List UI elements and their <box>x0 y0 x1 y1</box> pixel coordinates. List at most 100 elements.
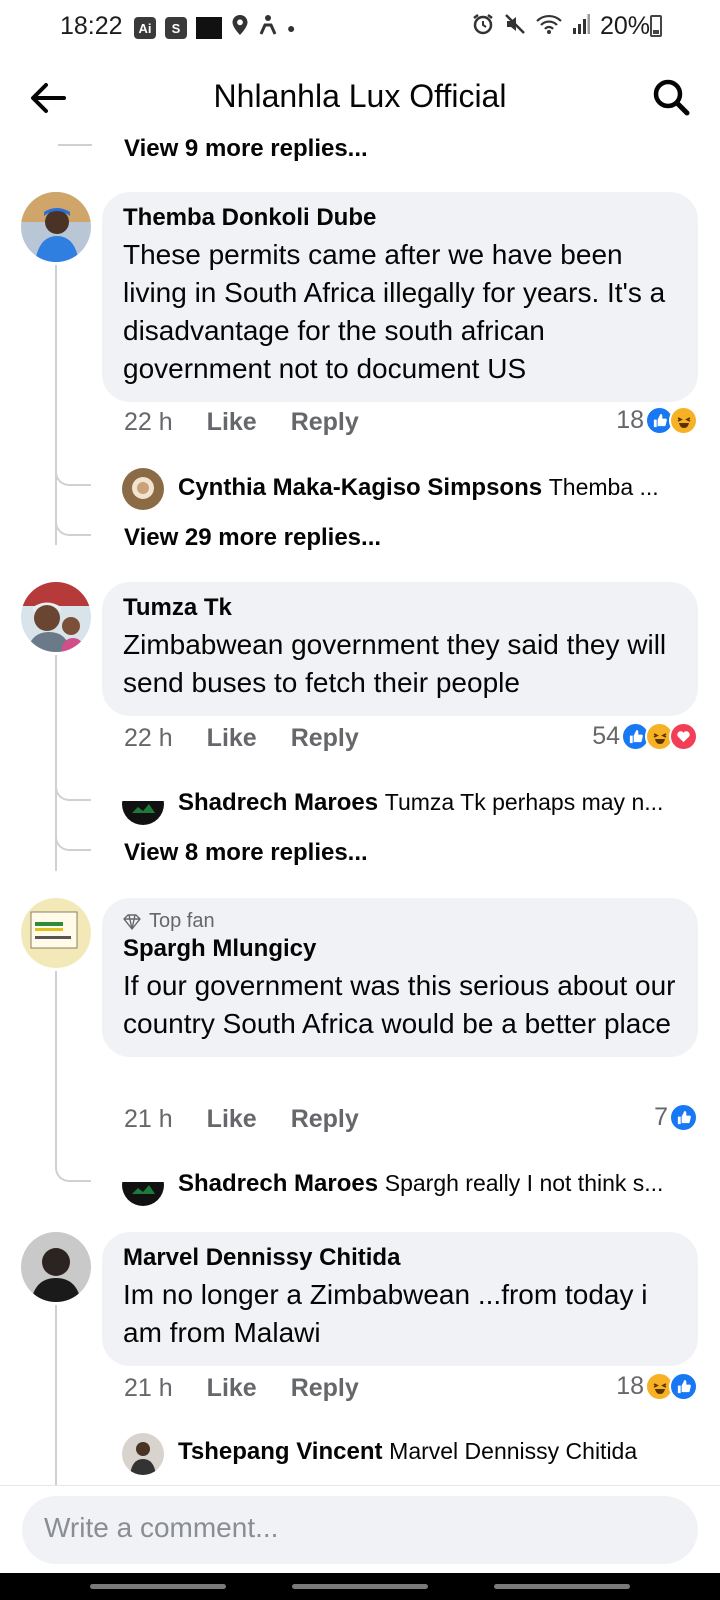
location-icon <box>231 14 249 42</box>
reply-avatar[interactable] <box>122 1433 164 1475</box>
search-icon <box>653 79 690 116</box>
nav-back-handle[interactable] <box>494 1584 630 1589</box>
comment-actions: 22 h Like Reply <box>124 408 359 437</box>
comment-actions: 22 h Like Reply <box>124 724 359 753</box>
app-header: Nhlanhla Lux Official <box>0 54 720 138</box>
status-notification-icons: Ai S ● <box>134 14 295 42</box>
avatar[interactable] <box>21 582 91 652</box>
reaction-count: 54 <box>592 722 620 750</box>
mute-icon <box>504 13 526 41</box>
reply-author[interactable]: Tshepang Vincent <box>178 1438 382 1465</box>
haha-reaction-icon <box>669 406 698 435</box>
thread-line <box>55 1305 57 1485</box>
status-system-icons: 20% <box>472 12 650 41</box>
avatar[interactable] <box>21 192 91 262</box>
like-reaction-icon <box>669 1372 698 1401</box>
comment-bubble[interactable]: Marvel Dennissy Chitida Im no longer a Z… <box>102 1232 698 1366</box>
status-time: 18:22 <box>60 12 123 40</box>
comment-input[interactable]: Write a comment... <box>22 1496 698 1564</box>
system-nav-bar <box>0 1573 720 1600</box>
view-more-replies-link[interactable]: View 9 more replies... <box>124 138 368 163</box>
reply-author[interactable]: Shadrech Maroes <box>178 1170 378 1197</box>
page-title: Nhlanhla Lux Official <box>213 78 507 114</box>
like-button[interactable]: Like <box>207 724 257 753</box>
battery-icon <box>650 15 662 37</box>
comment-actions: 21 h Like Reply <box>124 1105 359 1134</box>
like-reaction-icon <box>669 1103 698 1132</box>
reaction-summary[interactable]: 18 <box>616 1372 698 1401</box>
comment-author[interactable]: Themba Donkoli Dube <box>123 204 678 232</box>
comment-text: Zimbabwean government they said they wil… <box>123 629 667 698</box>
reply-preview[interactable]: Shadrech Maroes Spargh really I not thin… <box>178 1170 698 1198</box>
search-button[interactable] <box>650 76 692 118</box>
reaction-summary[interactable]: 18 <box>616 406 698 435</box>
nav-recents-handle[interactable] <box>90 1584 226 1589</box>
comment-text: Im no longer a Zimbabwean ...from today … <box>123 1279 648 1348</box>
comment-author[interactable]: Tumza Tk <box>123 594 678 622</box>
reply-text: Spargh really I not think s... <box>384 1170 664 1196</box>
nav-home-handle[interactable] <box>292 1584 428 1589</box>
reply-button[interactable]: Reply <box>291 1374 359 1403</box>
avatar[interactable] <box>21 898 91 968</box>
reply-avatar[interactable] <box>122 1164 164 1206</box>
ai-app-icon: Ai <box>134 17 156 39</box>
comment-text: If our government was this serious about… <box>123 970 676 1039</box>
reply-connector <box>55 775 91 801</box>
reaction-summary[interactable]: 7 <box>654 1103 698 1132</box>
reply-author[interactable]: Shadrech Maroes <box>178 789 378 816</box>
more-replies-connector <box>55 825 91 851</box>
reply-author[interactable]: Cynthia Maka-Kagiso Simpsons <box>178 474 542 501</box>
like-button[interactable]: Like <box>207 1105 257 1134</box>
comment-bubble[interactable]: Top fan Spargh Mlungicy If our governmen… <box>102 898 698 1057</box>
comments-feed[interactable]: View 9 more replies... Themba Donkoli Du… <box>0 138 720 1485</box>
like-button[interactable]: Like <box>207 1374 257 1403</box>
dot-icon: ● <box>287 20 296 36</box>
reply-preview[interactable]: Shadrech Maroes Tumza Tk perhaps may n..… <box>178 789 698 817</box>
reply-button[interactable]: Reply <box>291 724 359 753</box>
comment-text: These permits came after we have been li… <box>123 239 666 384</box>
wifi-icon <box>536 13 562 41</box>
reaction-count: 7 <box>654 1103 668 1131</box>
reply-text: Tumza Tk perhaps may n... <box>384 789 664 815</box>
reaction-count: 18 <box>616 1372 644 1400</box>
comment-time: 22 h <box>124 408 173 436</box>
thread-connector <box>58 144 92 146</box>
comment-time: 21 h <box>124 1374 173 1402</box>
status-bar: 18:22 Ai S ● 20% <box>0 0 720 54</box>
signal-icon <box>572 13 590 41</box>
reply-preview[interactable]: Cynthia Maka-Kagiso Simpsons Themba ... <box>178 474 698 502</box>
reply-button[interactable]: Reply <box>291 408 359 437</box>
reaction-summary[interactable]: 54 <box>592 722 698 751</box>
reply-avatar[interactable] <box>122 468 164 510</box>
comment-author[interactable]: Spargh Mlungicy <box>123 935 678 963</box>
s-app-icon: S <box>165 17 187 39</box>
comment-bubble[interactable]: Tumza Tk Zimbabwean government they said… <box>102 582 698 716</box>
reply-connector <box>55 1156 91 1182</box>
comment-time: 21 h <box>124 1105 173 1133</box>
like-button[interactable]: Like <box>207 408 257 437</box>
reply-connector <box>55 460 91 486</box>
reply-preview[interactable]: Tshepang Vincent Marvel Dennissy Chitida <box>178 1438 698 1466</box>
diamond-icon <box>123 913 141 930</box>
comment-actions: 21 h Like Reply <box>124 1374 359 1403</box>
reply-avatar[interactable] <box>122 783 164 825</box>
thread-line <box>55 971 57 1161</box>
avatar[interactable] <box>21 1232 91 1302</box>
top-fan-badge: Top fan <box>123 910 678 933</box>
alarm-icon <box>472 13 494 41</box>
reply-button[interactable]: Reply <box>291 1105 359 1134</box>
reaction-count: 18 <box>616 406 644 434</box>
reply-text: Themba ... <box>548 474 659 500</box>
more-replies-connector <box>55 510 91 536</box>
comment-author[interactable]: Marvel Dennissy Chitida <box>123 1244 678 1272</box>
top-fan-label: Top fan <box>149 910 215 932</box>
comment-bubble[interactable]: Themba Donkoli Dube These permits came a… <box>102 192 698 402</box>
view-more-replies-link[interactable]: View 29 more replies... <box>124 524 381 552</box>
reply-text: Marvel Dennissy Chitida <box>389 1438 638 1464</box>
accessibility-icon <box>258 14 278 42</box>
view-more-replies-link[interactable]: View 8 more replies... <box>124 839 368 867</box>
thread-line <box>55 265 57 545</box>
battery-percent: 20% <box>599 12 650 40</box>
love-reaction-icon <box>669 722 698 751</box>
red-app-icon <box>196 17 222 39</box>
